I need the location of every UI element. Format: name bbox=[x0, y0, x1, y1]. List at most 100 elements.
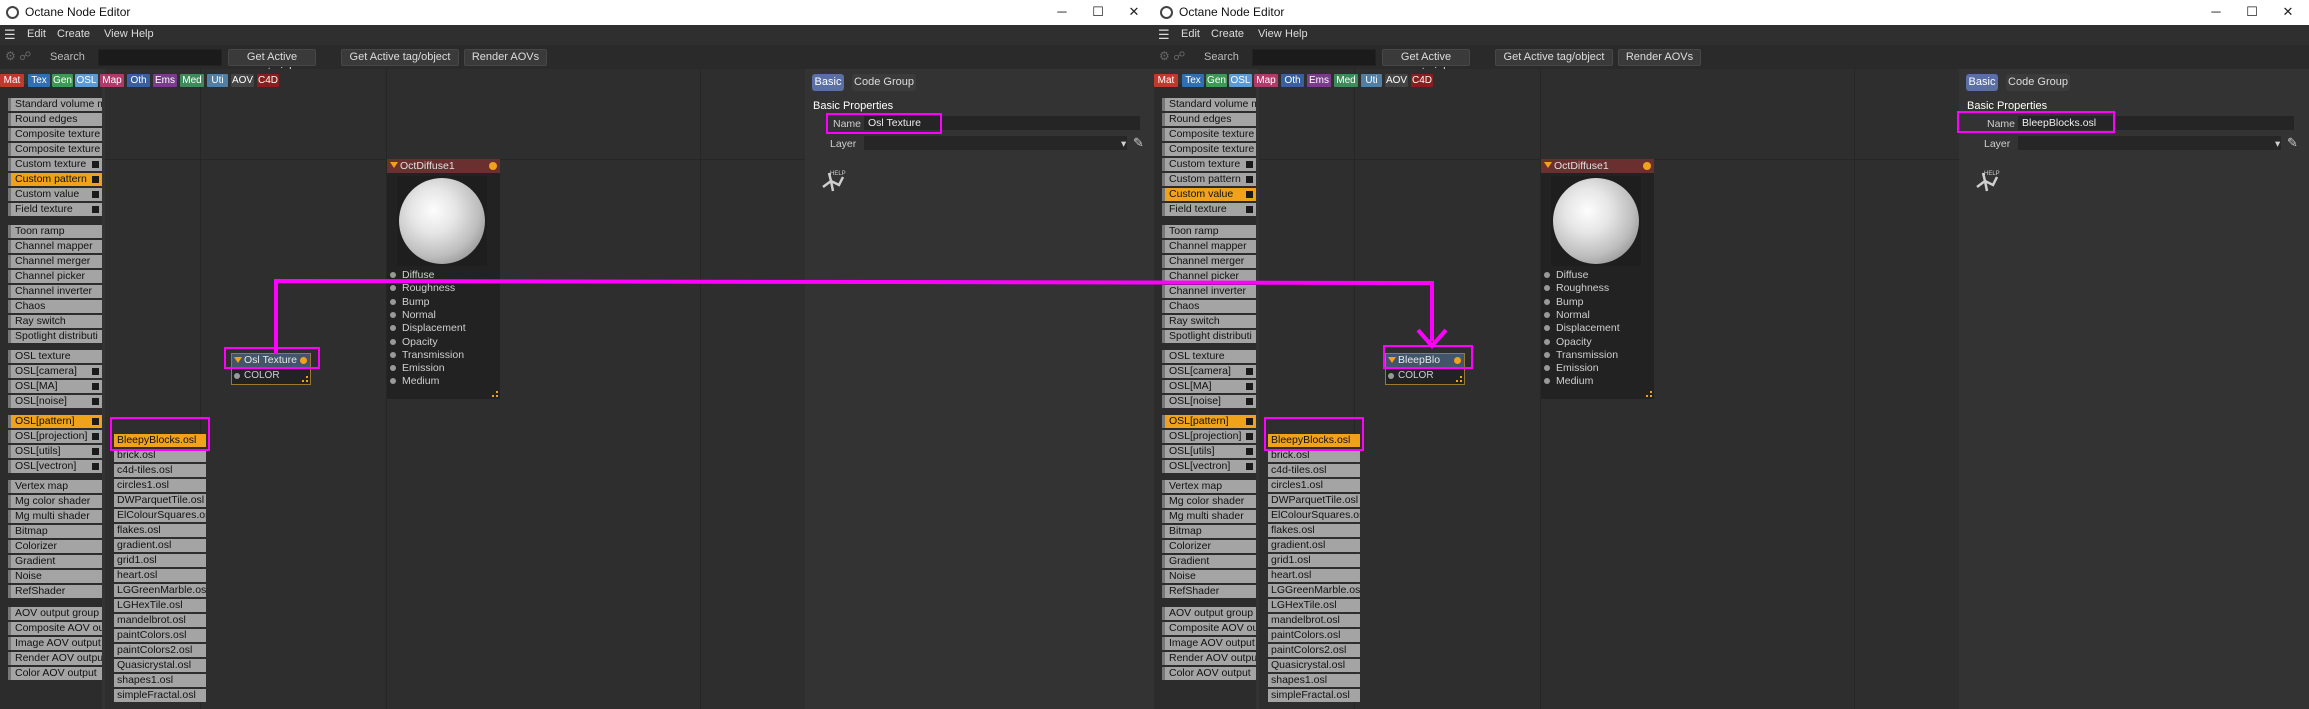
palette-item[interactable]: OSL[noise] bbox=[1162, 395, 1256, 408]
osl-file-item[interactable]: simpleFractal.osl bbox=[1268, 689, 1360, 702]
menu-item-help[interactable]: Help bbox=[131, 28, 154, 40]
osl-file-item[interactable]: c4d-tiles.osl bbox=[1268, 464, 1360, 477]
tab-basic[interactable]: Basic bbox=[812, 74, 844, 91]
osl-file-item[interactable]: heart.osl bbox=[114, 569, 206, 582]
osl-shader-node[interactable]: BleepBlo COLOR bbox=[1385, 353, 1465, 385]
maximize-button[interactable]: ☐ bbox=[2234, 1, 2270, 23]
palette-item[interactable]: Channel merger bbox=[8, 255, 102, 268]
material-input-port[interactable]: Bump bbox=[390, 296, 498, 308]
palette-item[interactable]: Image AOV output bbox=[8, 637, 102, 650]
osl-file-item[interactable]: mandelbrot.osl bbox=[1268, 614, 1360, 627]
palette-item[interactable]: Render AOV outpu bbox=[8, 652, 102, 665]
osl-file-item[interactable]: c4d-tiles.osl bbox=[114, 464, 206, 477]
output-port-dot-icon[interactable] bbox=[489, 162, 497, 170]
collapse-triangle-icon[interactable] bbox=[1544, 162, 1552, 168]
material-input-port[interactable]: Opacity bbox=[1544, 336, 1652, 348]
resize-handle-icon[interactable] bbox=[492, 391, 498, 397]
close-button[interactable]: ✕ bbox=[2270, 1, 2306, 23]
material-input-port[interactable]: Emission bbox=[390, 362, 498, 374]
palette-item[interactable]: Composite texture bbox=[1162, 143, 1256, 156]
osl-file-item[interactable]: shapes1.osl bbox=[114, 674, 206, 687]
palette-item[interactable]: Mg multi shader bbox=[1162, 510, 1256, 523]
osl-file-item[interactable]: paintColors.osl bbox=[1268, 629, 1360, 642]
menu-item-create[interactable]: Create bbox=[57, 28, 90, 40]
material-input-port[interactable]: Medium bbox=[390, 375, 498, 387]
palette-item[interactable]: OSL[pattern] bbox=[1162, 415, 1256, 428]
tab-basic[interactable]: Basic bbox=[1966, 74, 1998, 91]
menu-item-edit[interactable]: Edit bbox=[1181, 28, 1200, 40]
palette-item[interactable]: Color AOV output bbox=[1162, 667, 1256, 680]
node-tool-icons[interactable]: ⚙ ☍ bbox=[5, 49, 47, 65]
palette-item[interactable]: Image AOV output bbox=[1162, 637, 1256, 650]
osl-file-item[interactable]: BleepyBlocks.osl bbox=[1268, 434, 1360, 447]
toolbar-button-2[interactable]: Render AOVs bbox=[464, 49, 547, 66]
category-tab-uti[interactable]: Uti bbox=[207, 74, 228, 87]
osl-file-item[interactable]: shapes1.osl bbox=[1268, 674, 1360, 687]
layer-edit-pencil-icon[interactable]: ✎ bbox=[2287, 135, 2298, 151]
layer-edit-pencil-icon[interactable]: ✎ bbox=[1133, 135, 1144, 151]
minimize-button[interactable]: ─ bbox=[2198, 1, 2234, 23]
output-port-dot-icon[interactable] bbox=[1643, 162, 1651, 170]
palette-item[interactable]: Channel mapper bbox=[1162, 240, 1256, 253]
help-icon[interactable]: HELP bbox=[819, 167, 847, 197]
material-input-port[interactable]: Roughness bbox=[1544, 282, 1652, 294]
palette-item[interactable]: Toon ramp bbox=[8, 225, 102, 238]
palette-item[interactable]: Gradient bbox=[8, 555, 102, 568]
osl-file-item[interactable]: ElColourSquares.osl bbox=[114, 509, 206, 522]
osl-file-item[interactable]: simpleFractal.osl bbox=[114, 689, 206, 702]
palette-item[interactable]: OSL texture bbox=[8, 350, 102, 363]
category-tab-mat[interactable]: Mat bbox=[1154, 74, 1178, 87]
resize-handle-icon[interactable] bbox=[1456, 376, 1462, 382]
palette-item[interactable]: Bitmap bbox=[8, 525, 102, 538]
category-tab-mat[interactable]: Mat bbox=[0, 74, 24, 87]
osl-file-item[interactable]: circles1.osl bbox=[114, 479, 206, 492]
palette-item[interactable]: Color AOV output bbox=[8, 667, 102, 680]
palette-item[interactable]: Gradient bbox=[1162, 555, 1256, 568]
palette-item[interactable]: Ray switch bbox=[8, 315, 102, 328]
osl-file-item[interactable]: paintColors.osl bbox=[114, 629, 206, 642]
palette-item[interactable]: Chaos bbox=[8, 300, 102, 313]
material-input-port[interactable]: Bump bbox=[1544, 296, 1652, 308]
category-tab-gen[interactable]: Gen bbox=[52, 74, 73, 87]
category-tab-tex[interactable]: Tex bbox=[28, 74, 50, 87]
category-tab-oth[interactable]: Oth bbox=[1281, 74, 1304, 87]
osl-file-item[interactable]: brick.osl bbox=[114, 449, 206, 462]
collapse-triangle-icon[interactable] bbox=[1388, 357, 1396, 363]
category-tab-ems[interactable]: Ems bbox=[1307, 74, 1331, 87]
category-tab-med[interactable]: Med bbox=[180, 74, 204, 87]
osl-shader-output-port[interactable]: COLOR bbox=[1388, 370, 1434, 381]
palette-item[interactable]: Custom pattern bbox=[1162, 173, 1256, 186]
toolbar-button-1[interactable]: Get Active tag/object bbox=[341, 49, 459, 66]
collapse-triangle-icon[interactable] bbox=[234, 357, 242, 363]
material-input-port[interactable]: Diffuse bbox=[1544, 269, 1652, 281]
palette-item[interactable]: Mg color shader bbox=[1162, 495, 1256, 508]
category-tab-gen[interactable]: Gen bbox=[1206, 74, 1227, 87]
palette-item[interactable]: AOV output group bbox=[1162, 607, 1256, 620]
palette-item[interactable]: Channel inverter bbox=[8, 285, 102, 298]
category-tab-osl[interactable]: OSL bbox=[75, 74, 98, 87]
material-input-port[interactable]: Displacement bbox=[1544, 322, 1652, 334]
material-node-octdiffuse[interactable]: OctDiffuse1 Diffuse Roughness Bump Normal Dis… bbox=[387, 159, 500, 399]
material-input-port[interactable]: Opacity bbox=[390, 336, 498, 348]
menu-item-view[interactable]: View bbox=[104, 28, 128, 40]
palette-item[interactable]: Standard volume m bbox=[8, 98, 102, 111]
palette-item[interactable]: Composite texture bbox=[8, 143, 102, 156]
osl-file-item[interactable]: DWParquetTile.osl bbox=[114, 494, 206, 507]
category-tab-aov[interactable]: AOV bbox=[1385, 74, 1408, 87]
category-tab-aov[interactable]: AOV bbox=[231, 74, 254, 87]
output-port-dot-icon[interactable] bbox=[300, 357, 307, 364]
minimize-button[interactable]: ─ bbox=[1044, 1, 1080, 23]
palette-item[interactable]: OSL[pattern] bbox=[8, 415, 102, 428]
palette-item[interactable]: Spotlight distributi bbox=[1162, 330, 1256, 343]
hamburger-menu-icon[interactable]: ☰ bbox=[1158, 28, 1170, 42]
palette-item[interactable]: OSL[projection] bbox=[1162, 430, 1256, 443]
material-input-port[interactable]: Medium bbox=[1544, 375, 1652, 387]
palette-item[interactable]: Mg color shader bbox=[8, 495, 102, 508]
palette-item[interactable]: Field texture bbox=[8, 203, 102, 216]
osl-file-item[interactable]: LGHexTile.osl bbox=[114, 599, 206, 612]
palette-item[interactable]: Channel merger bbox=[1162, 255, 1256, 268]
category-tab-c4d[interactable]: C4D bbox=[1411, 74, 1433, 87]
layer-field[interactable] bbox=[2018, 136, 2281, 150]
collapse-triangle-icon[interactable] bbox=[390, 162, 398, 168]
osl-file-item[interactable]: LGGreenMarble.osl bbox=[114, 584, 206, 597]
